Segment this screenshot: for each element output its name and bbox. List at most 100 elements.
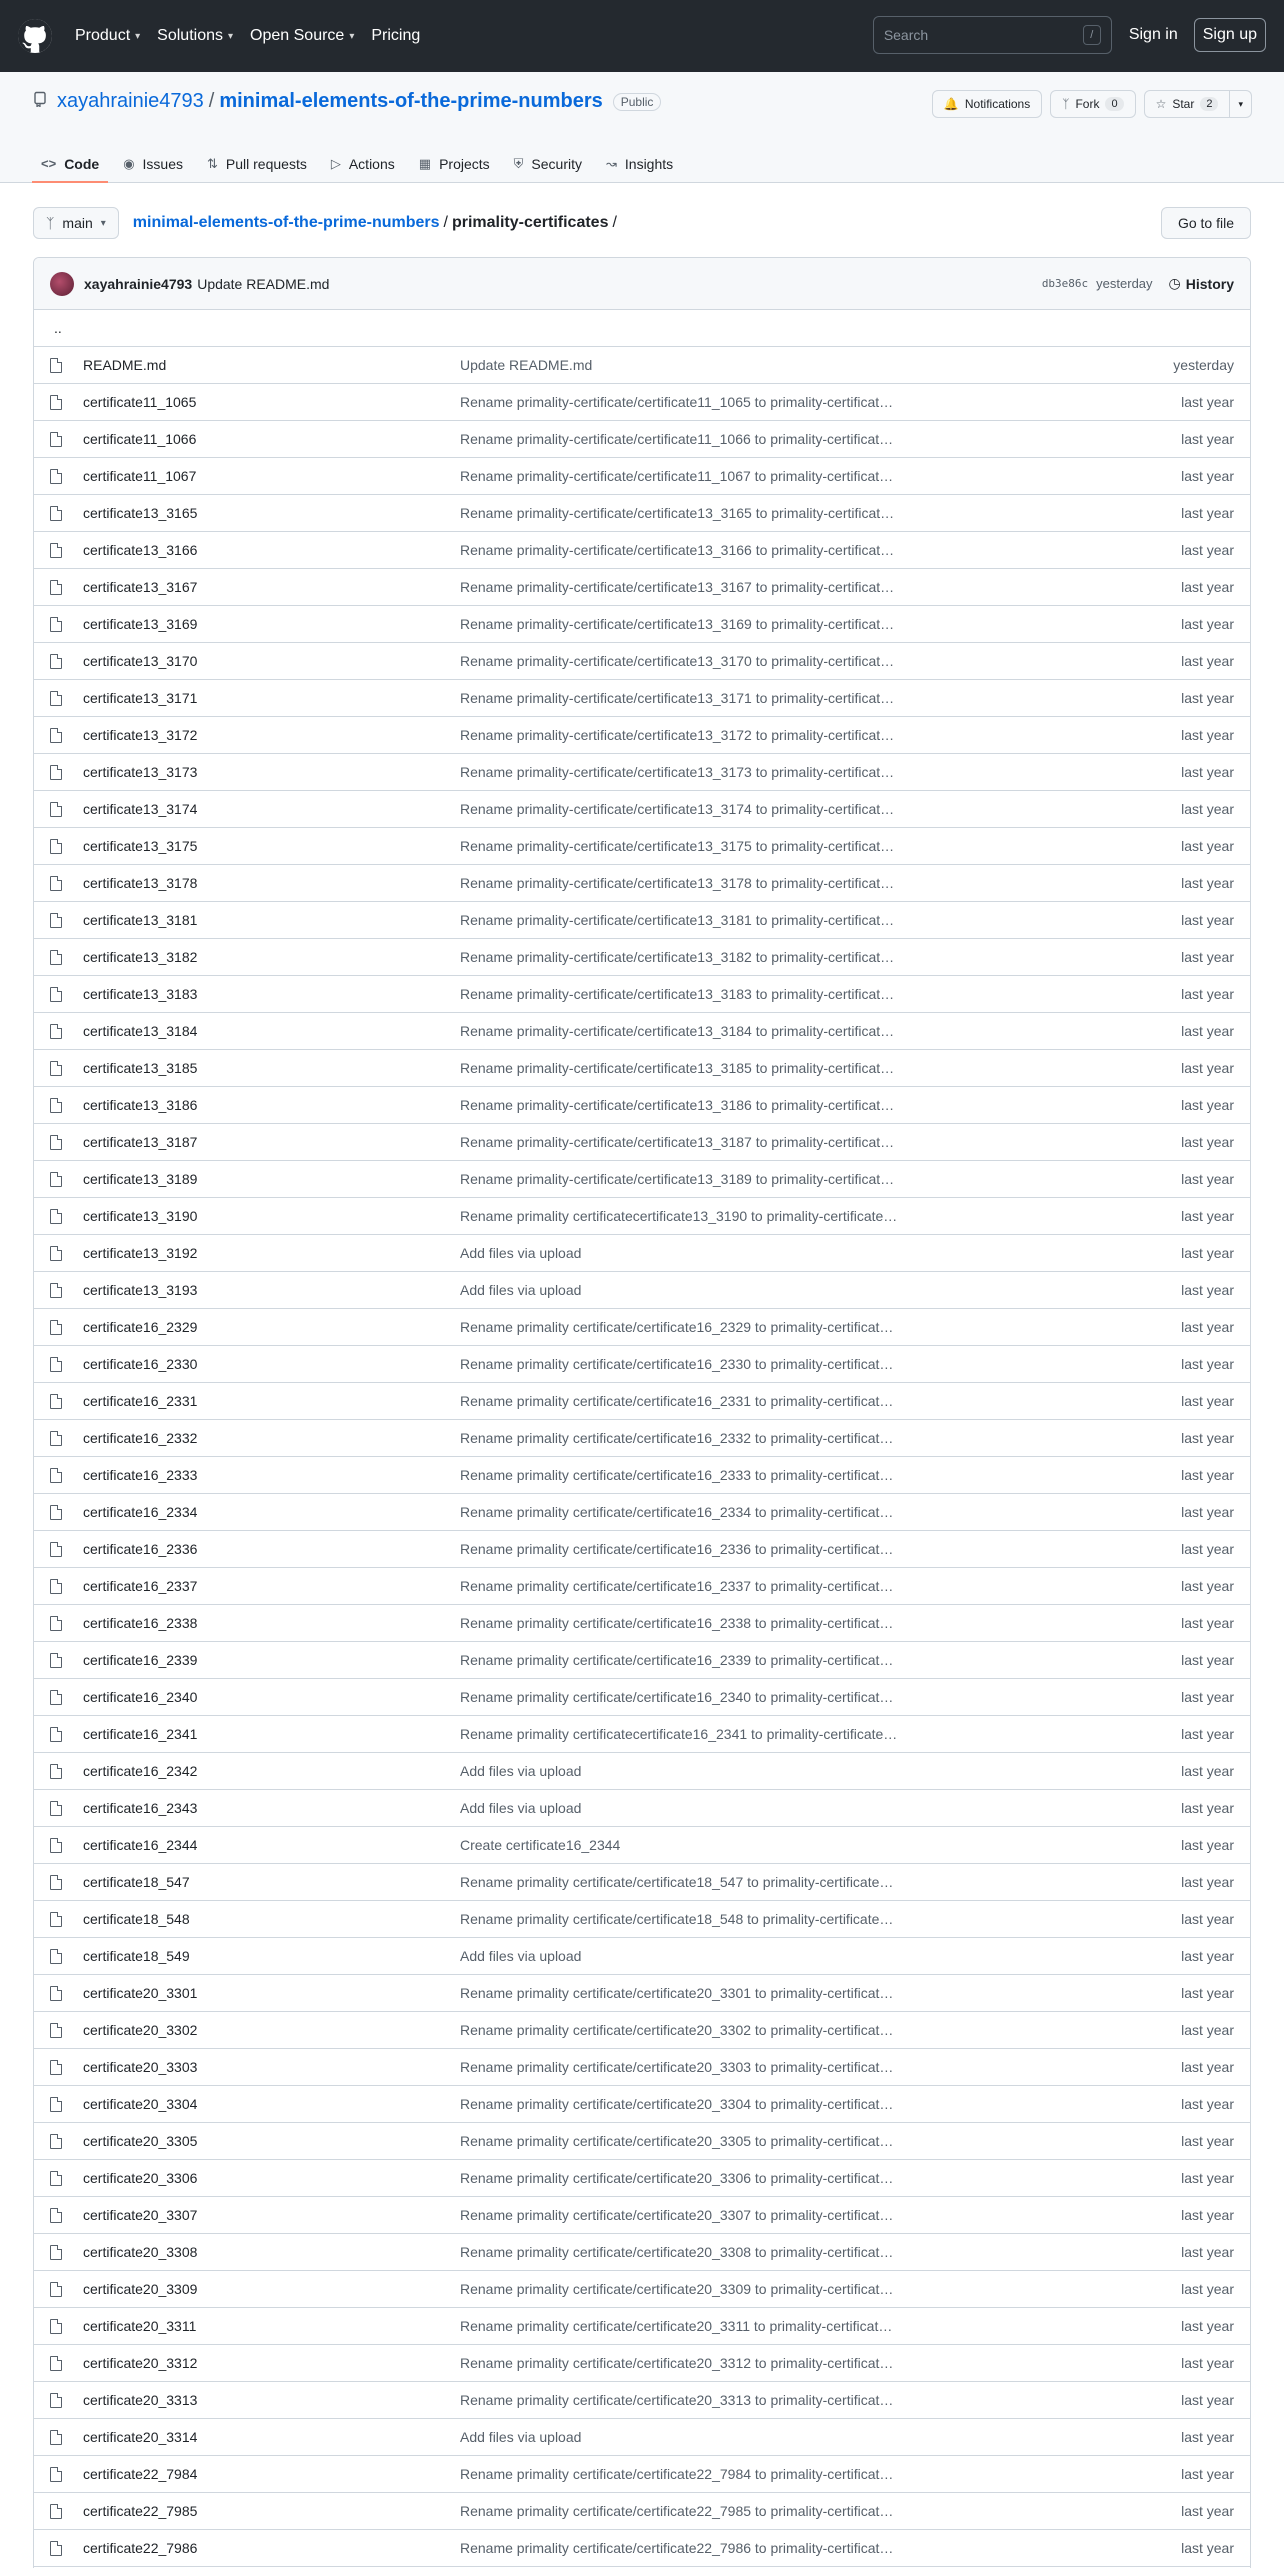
file-name-link[interactable]: README.md <box>83 357 166 373</box>
file-commit-message-link[interactable]: Rename primality certificate/certificate… <box>460 1467 900 1483</box>
file-name-link[interactable]: certificate16_2342 <box>83 1763 197 1779</box>
file-name-link[interactable]: certificate16_2330 <box>83 1356 197 1372</box>
file-name-link[interactable]: certificate13_3193 <box>83 1282 197 1298</box>
file-commit-message-link[interactable]: Rename primality certificate/certificate… <box>460 1356 900 1372</box>
table-row[interactable]: certificate20_3302 Rename primality certi… <box>34 2012 1250 2049</box>
commit-author-link[interactable]: xayahrainie4793 <box>84 276 192 292</box>
file-commit-message-link[interactable]: Rename primality certificate/certificate… <box>460 1911 900 1927</box>
file-commit-message-link[interactable]: Rename primality certificate/certificate… <box>460 2133 900 2149</box>
commit-message-link[interactable]: Update README.md <box>197 276 329 292</box>
table-row[interactable]: certificate16_2338 Rename primality certi… <box>34 1605 1250 1642</box>
nav-product[interactable]: Product ▾ <box>75 27 140 45</box>
table-row[interactable]: certificate20_3304 Rename primality certi… <box>34 2086 1250 2123</box>
table-row[interactable]: certificate20_3311 Rename primality certi… <box>34 2308 1250 2345</box>
table-row[interactable]: certificate20_3313 Rename primality certi… <box>34 2382 1250 2419</box>
table-row[interactable]: certificate18_549 Add files via upload las… <box>34 1938 1250 1975</box>
file-name-link[interactable]: certificate13_3178 <box>83 875 197 891</box>
file-commit-message-link[interactable]: Rename primality-certificate/certificate… <box>460 764 900 780</box>
file-commit-message-link[interactable]: Rename primality certificate/certificate… <box>460 2540 900 2556</box>
file-name-link[interactable]: certificate16_2344 <box>83 1837 197 1853</box>
file-commit-message-link[interactable]: Rename primality-certificate/certificate… <box>460 801 900 817</box>
file-name-link[interactable]: certificate16_2329 <box>83 1319 197 1335</box>
table-row[interactable]: certificate13_3165 Rename primality-certi… <box>34 495 1250 532</box>
file-commit-message-link[interactable]: Rename primality certificate/certificate… <box>460 1504 900 1520</box>
file-commit-message-link[interactable]: Rename primality certificate/certificate… <box>460 2503 900 2519</box>
file-name-link[interactable]: certificate16_2341 <box>83 1726 197 1742</box>
file-name-link[interactable]: certificate20_3312 <box>83 2355 197 2371</box>
star-button[interactable]: ☆ Star 2 <box>1143 90 1231 118</box>
table-row[interactable]: certificate20_3301 Rename primality certi… <box>34 1975 1250 2012</box>
file-commit-message-link[interactable]: Rename primality certificate/certificate… <box>460 1615 900 1631</box>
file-name-link[interactable]: certificate16_2331 <box>83 1393 197 1409</box>
file-commit-message-link[interactable]: Add files via upload <box>460 1282 900 1298</box>
table-row[interactable]: certificate20_3308 Rename primality certi… <box>34 2234 1250 2271</box>
file-commit-message-link[interactable]: Rename primality-certificate/certificate… <box>460 727 900 743</box>
table-row[interactable]: certificate16_2343 Add files via upload la… <box>34 1790 1250 1827</box>
breadcrumb-repo-link[interactable]: minimal-elements-of-the-prime-numbers <box>133 214 440 232</box>
table-row[interactable]: certificate16_2331 Rename primality certi… <box>34 1383 1250 1420</box>
file-name-link[interactable]: certificate13_3175 <box>83 838 197 854</box>
file-name-link[interactable]: certificate20_3309 <box>83 2281 197 2297</box>
go-to-file-button[interactable]: Go to file <box>1160 207 1251 239</box>
file-commit-message-link[interactable]: Rename primality-certificate/certificate… <box>460 431 900 447</box>
table-row[interactable]: certificate20_3307 Rename primality certi… <box>34 2197 1250 2234</box>
file-name-link[interactable]: certificate13_3192 <box>83 1245 197 1261</box>
file-name-link[interactable]: certificate13_3165 <box>83 505 197 521</box>
nav-open-source[interactable]: Open Source ▾ <box>250 27 354 45</box>
file-commit-message-link[interactable]: Rename primality-certificate/certificate… <box>460 616 900 632</box>
file-name-link[interactable]: certificate20_3307 <box>83 2207 197 2223</box>
file-name-link[interactable]: certificate13_3166 <box>83 542 197 558</box>
file-commit-message-link[interactable]: Rename primality-certificate/certificate… <box>460 1023 900 1039</box>
table-row[interactable]: certificate20_3312 Rename primality certi… <box>34 2345 1250 2382</box>
table-row[interactable]: certificate20_3314 Add files via upload la… <box>34 2419 1250 2456</box>
table-row[interactable]: certificate13_3184 Rename primality-certi… <box>34 1013 1250 1050</box>
file-name-link[interactable]: certificate20_3308 <box>83 2244 197 2260</box>
file-commit-message-link[interactable]: Rename primality certificate/certificate… <box>460 1985 900 2001</box>
file-commit-message-link[interactable]: Rename primality certificate/certificate… <box>460 1319 900 1335</box>
table-row[interactable]: certificate16_2340 Rename primality certi… <box>34 1679 1250 1716</box>
table-row[interactable]: certificate13_3171 Rename primality-certi… <box>34 680 1250 717</box>
file-commit-message-link[interactable]: Rename primality certificatecertificate1… <box>460 1208 900 1224</box>
file-name-link[interactable]: certificate11_1065 <box>83 394 196 410</box>
file-commit-message-link[interactable]: Rename primality certificate/certificate… <box>460 2466 900 2482</box>
file-name-link[interactable]: certificate13_3173 <box>83 764 197 780</box>
file-name-link[interactable]: certificate22_7984 <box>83 2466 197 2482</box>
file-name-link[interactable]: certificate13_3167 <box>83 579 197 595</box>
tab-insights[interactable]: ↝ Insights <box>597 144 682 183</box>
file-commit-message-link[interactable]: Rename primality-certificate/certificate… <box>460 949 900 965</box>
table-row[interactable]: certificate13_3172 Rename primality-certi… <box>34 717 1250 754</box>
search-input[interactable]: Search / <box>872 16 1112 54</box>
tab-projects[interactable]: ▦ Projects <box>410 144 499 183</box>
file-name-link[interactable]: certificate16_2334 <box>83 1504 197 1520</box>
file-commit-message-link[interactable]: Rename primality certificate/certificate… <box>460 2207 900 2223</box>
tab-actions[interactable]: ▷ Actions <box>322 144 404 183</box>
file-commit-message-link[interactable]: Rename primality-certificate/certificate… <box>460 579 900 595</box>
file-commit-message-link[interactable]: Rename primality-certificate/certificate… <box>460 1060 900 1076</box>
github-logo-icon[interactable] <box>18 19 52 53</box>
file-commit-message-link[interactable]: Rename primality-certificate/certificate… <box>460 505 900 521</box>
file-name-link[interactable]: certificate20_3303 <box>83 2059 197 2075</box>
file-commit-message-link[interactable]: Rename primality certificate/certificate… <box>460 1689 900 1705</box>
table-row[interactable]: certificate13_3192 Add files via upload la… <box>34 1235 1250 1272</box>
file-name-link[interactable]: certificate20_3313 <box>83 2392 197 2408</box>
table-row[interactable]: certificate22_7985 Rename primality certi… <box>34 2493 1250 2530</box>
file-commit-message-link[interactable]: Rename primality-certificate/certificate… <box>460 1171 900 1187</box>
file-name-link[interactable]: certificate13_3183 <box>83 986 197 1002</box>
file-commit-message-link[interactable]: Rename primality-certificate/certificate… <box>460 838 900 854</box>
file-name-link[interactable]: certificate13_3172 <box>83 727 197 743</box>
file-commit-message-link[interactable]: Rename primality-certificate/certificate… <box>460 912 900 928</box>
star-dropdown-button[interactable]: ▾ <box>1230 90 1252 118</box>
file-name-link[interactable]: certificate20_3311 <box>83 2318 196 2334</box>
file-name-link[interactable]: certificate18_547 <box>83 1874 190 1890</box>
file-commit-message-link[interactable]: Rename primality certificate/certificate… <box>460 1393 900 1409</box>
file-commit-message-link[interactable]: Rename primality certificatecertificate1… <box>460 1726 900 1742</box>
table-row[interactable]: certificate16_2341 Rename primality certi… <box>34 1716 1250 1753</box>
table-row[interactable]: certificate16_2329 Rename primality certi… <box>34 1309 1250 1346</box>
table-row[interactable]: certificate16_2334 Rename primality certi… <box>34 1494 1250 1531</box>
file-commit-message-link[interactable]: Rename primality certificate/certificate… <box>460 2392 900 2408</box>
branch-select-button[interactable]: ᛉ main ▾ <box>33 207 119 239</box>
file-name-link[interactable]: certificate20_3305 <box>83 2133 197 2149</box>
fork-button[interactable]: ᛉ Fork 0 <box>1050 90 1136 118</box>
table-row[interactable]: certificate11_1065 Rename primality-certi… <box>34 384 1250 421</box>
repo-name-link[interactable]: minimal-elements-of-the-prime-numbers <box>219 90 602 113</box>
